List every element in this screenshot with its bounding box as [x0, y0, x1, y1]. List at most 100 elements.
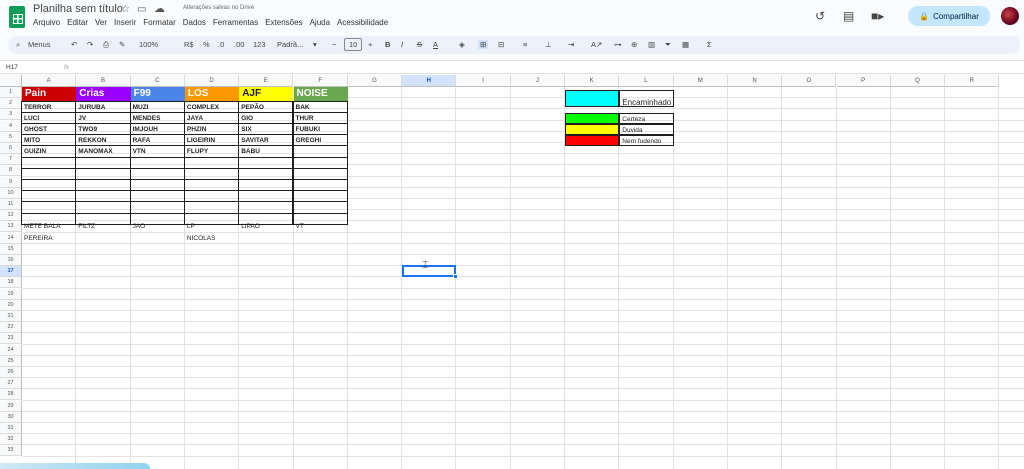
row-header-21[interactable]: 21	[0, 311, 22, 322]
row-header-15[interactable]: 15	[0, 243, 22, 255]
move-folder-icon[interactable]: ▭	[137, 4, 146, 15]
insert-chart-icon[interactable]: ▥	[648, 40, 655, 49]
row-header-4[interactable]: 4	[0, 120, 22, 132]
column-header-p[interactable]: P	[836, 75, 891, 87]
borders-icon[interactable]: ⊞	[478, 40, 489, 49]
bold-icon[interactable]: B	[385, 40, 390, 49]
legend-label[interactable]: Certeza	[619, 112, 674, 124]
player-cell[interactable]: MITO	[22, 135, 76, 146]
row-header-1[interactable]: 1	[0, 87, 22, 98]
player-cell[interactable]: REKKON	[76, 135, 130, 146]
player-cell[interactable]: PHZIN	[185, 124, 239, 135]
font-size-input[interactable]: 10	[344, 38, 363, 51]
team-header-pain[interactable]: Pain	[22, 87, 77, 102]
italic-icon[interactable]: I	[401, 40, 403, 49]
player-cell[interactable]: THUR	[294, 113, 348, 124]
row-header-2[interactable]: 2	[0, 98, 22, 110]
extra-player-cell[interactable]: LIPAO	[239, 221, 293, 232]
increase-decimal-button[interactable]: .00	[234, 40, 244, 49]
row-header-30[interactable]: 30	[0, 411, 22, 423]
comments-icon[interactable]: ▤	[843, 9, 854, 23]
fill-handle[interactable]	[453, 274, 459, 280]
menu-item-arquivo[interactable]: Arquivo	[33, 18, 60, 27]
team-header-los[interactable]: LOS	[184, 87, 240, 102]
share-button[interactable]: 🔒 Compartilhar	[908, 6, 990, 26]
column-header-m[interactable]: M	[673, 75, 728, 87]
row-header-20[interactable]: 20	[0, 299, 22, 311]
column-header-a[interactable]: A	[22, 75, 77, 87]
menu-item-ajuda[interactable]: Ajuda	[310, 18, 330, 27]
functions-icon[interactable]: Σ	[707, 40, 712, 49]
row-header-25[interactable]: 25	[0, 355, 22, 367]
player-cell[interactable]: JAYA	[185, 113, 239, 124]
sheet-tabs-bar[interactable]	[0, 463, 150, 469]
history-icon[interactable]: ↺	[815, 9, 825, 23]
star-icon[interactable]: ☆	[121, 4, 130, 15]
player-cell[interactable]: PEPÃO	[239, 102, 293, 113]
column-header-h[interactable]: H	[402, 75, 457, 87]
text-color-icon[interactable]: A	[433, 40, 438, 49]
column-header-q[interactable]: Q	[890, 75, 946, 87]
spreadsheet-grid[interactable]: A B C D E F G H I J K L M N O P Q R 1 2 3 4 5 6 7 8 9 10 11 12 13 14 15 1…	[0, 75, 1024, 469]
player-cell[interactable]: LIGEIRIN	[185, 135, 239, 146]
player-cell[interactable]: JV	[76, 113, 130, 124]
name-box[interactable]: H17	[6, 64, 18, 71]
meet-icon[interactable]: ■▸	[871, 9, 884, 23]
player-cell[interactable]: FLUPY	[185, 146, 239, 157]
row-header-28[interactable]: 28	[0, 389, 22, 401]
filter-views-icon[interactable]: ▦	[682, 40, 689, 49]
team-header-crias[interactable]: Crias	[76, 87, 131, 102]
redo-icon[interactable]: ↷	[87, 40, 93, 49]
row-header-24[interactable]: 24	[0, 344, 22, 356]
player-cell[interactable]: TWO9	[76, 124, 130, 135]
column-header-r[interactable]: R	[945, 75, 1000, 87]
column-header-i[interactable]: I	[456, 75, 511, 87]
row-header-13[interactable]: 13	[0, 221, 22, 233]
number-format-button[interactable]: 123	[253, 40, 266, 49]
player-cell[interactable]: SIX	[239, 124, 293, 135]
sheets-logo-icon[interactable]	[9, 6, 25, 28]
avatar[interactable]	[1001, 7, 1019, 25]
row-header-29[interactable]: 29	[0, 400, 22, 412]
player-cell[interactable]: BABU	[239, 146, 293, 157]
menu-item-acessibilidade[interactable]: Acessibilidade	[337, 18, 388, 27]
row-header-12[interactable]: 12	[0, 210, 22, 222]
select-all-corner[interactable]	[0, 75, 22, 87]
player-cell[interactable]: GUIZIN	[22, 146, 76, 157]
row-header-27[interactable]: 27	[0, 378, 22, 390]
extra-player-cell[interactable]: PEREIRA	[22, 233, 76, 244]
fill-color-icon[interactable]: ◈	[459, 40, 465, 49]
menu-item-inserir[interactable]: Inserir	[114, 18, 136, 27]
column-header-g[interactable]: G	[347, 75, 403, 87]
menu-item-ver[interactable]: Ver	[95, 18, 107, 27]
extra-player-cell[interactable]: LP	[185, 221, 239, 232]
column-header-o[interactable]: O	[782, 75, 837, 87]
row-header-10[interactable]: 10	[0, 187, 22, 199]
player-cell[interactable]: GIO	[239, 113, 293, 124]
player-cell[interactable]: RAFA	[131, 135, 185, 146]
row-header-3[interactable]: 3	[0, 109, 22, 121]
document-title[interactable]: Planilha sem título	[33, 3, 123, 15]
print-icon[interactable]: ⎙	[103, 40, 109, 50]
text-rotation-icon[interactable]: A↗	[591, 40, 602, 49]
team-header-f99[interactable]: F99	[130, 87, 185, 102]
decrease-decimal-button[interactable]: .0	[218, 40, 224, 49]
vertical-align-icon[interactable]: ⊥	[545, 40, 552, 49]
menu-item-dados[interactable]: Dados	[183, 18, 206, 27]
text-wrap-icon[interactable]: ⇥	[568, 40, 574, 49]
player-cell[interactable]: GHOST	[22, 124, 76, 135]
font-family-select[interactable]: Padrã...	[277, 40, 303, 49]
row-header-8[interactable]: 8	[0, 165, 22, 177]
extra-player-cell[interactable]: METE BALA	[22, 221, 76, 232]
row-header-9[interactable]: 9	[0, 176, 22, 188]
team-header-noise[interactable]: NOISE	[293, 87, 348, 102]
row-header-6[interactable]: 6	[0, 143, 22, 154]
column-header-d[interactable]: D	[184, 75, 240, 87]
column-header-b[interactable]: B	[76, 75, 131, 87]
player-cell[interactable]: MUZI	[131, 102, 185, 113]
filter-icon[interactable]: ⏷	[665, 40, 671, 50]
extra-player-cell[interactable]: NICOLAS	[185, 233, 239, 244]
row-header-18[interactable]: 18	[0, 277, 22, 289]
undo-icon[interactable]: ↶	[71, 40, 77, 49]
player-cell[interactable]: MANOMAX	[76, 146, 130, 157]
